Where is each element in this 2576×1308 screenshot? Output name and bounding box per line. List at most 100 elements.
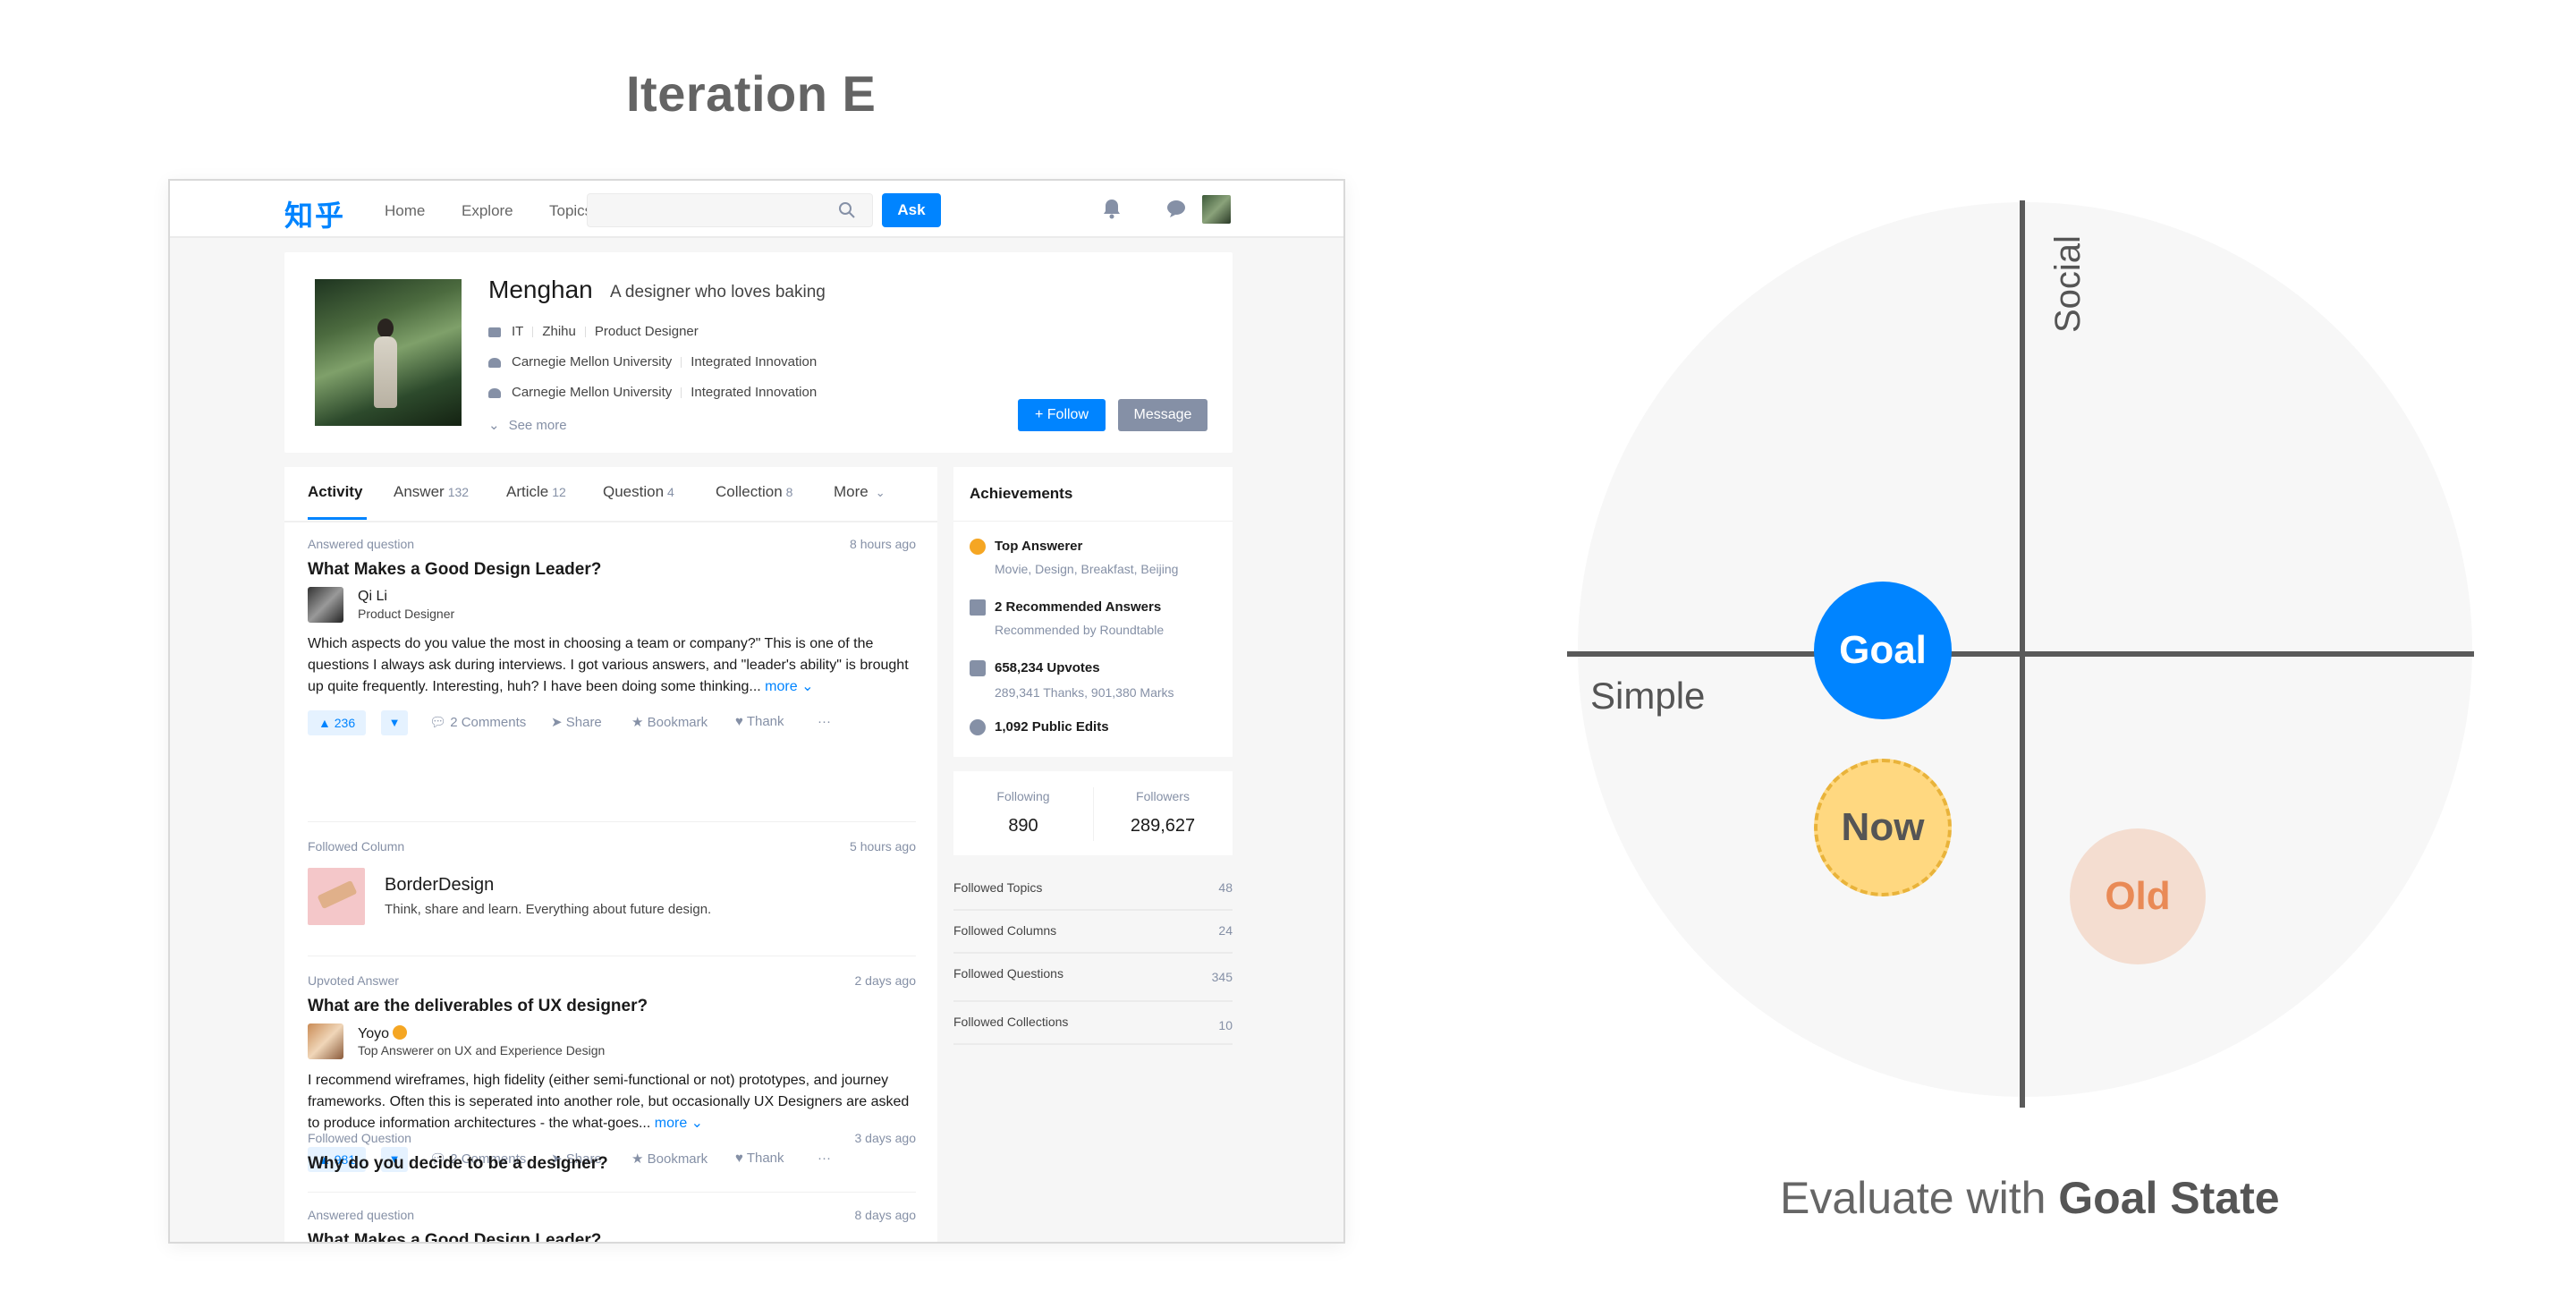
comment-icon: 💬︎: [429, 715, 451, 730]
achievement-main: 1,092 Public Edits: [995, 719, 1109, 735]
feed-item: Followed Question 3 days ago Why do you …: [308, 1131, 916, 1174]
followed-count: 24: [1218, 923, 1233, 938]
goal-marker: Goal: [1814, 582, 1952, 719]
share-button[interactable]: ➤ Share: [551, 714, 602, 730]
zhihu-logo[interactable]: 知乎: [284, 193, 345, 234]
nav-topics[interactable]: Topics: [549, 202, 592, 220]
tab-more[interactable]: More ⌄: [834, 483, 886, 501]
followed-columns-row[interactable]: Followed Columns 24: [953, 911, 1233, 954]
thank-button[interactable]: ♥ Thank: [735, 714, 784, 729]
following-label[interactable]: Following: [953, 789, 1093, 803]
question-title[interactable]: What Makes a Good Design Leader?: [308, 560, 916, 580]
read-more-link[interactable]: more ⌄: [655, 1116, 703, 1131]
tab-question[interactable]: Question 4: [603, 483, 674, 501]
bookmark-button[interactable]: ★ Bookmark: [631, 714, 708, 730]
achievement-sub: 289,341 Thanks, 901,380 Marks: [995, 685, 1174, 700]
heart-icon: ♥: [735, 714, 747, 729]
edu-major: Integrated Innovation: [691, 385, 818, 400]
divider: [308, 1192, 916, 1193]
answer-excerpt: I recommend wireframes, high fidelity (e…: [308, 1073, 910, 1131]
profile-work: IT Zhihu Product Designer: [488, 324, 699, 339]
author-name[interactable]: Yoyo: [358, 1025, 408, 1042]
nav-home[interactable]: Home: [385, 202, 425, 220]
author-headline: Product Designer: [358, 607, 455, 621]
bell-icon[interactable]: [1100, 197, 1123, 220]
old-marker: Old: [2070, 828, 2206, 964]
achievements-card: Achievements Top Answerer Movie, Design,…: [953, 467, 1233, 757]
messages-icon[interactable]: [1165, 197, 1188, 220]
comments-button[interactable]: 💬︎ 2 Comments: [429, 714, 526, 730]
edu-school: Carnegie Mellon University: [512, 354, 673, 369]
tab-activity[interactable]: Activity: [308, 483, 362, 501]
author-avatar[interactable]: [308, 1023, 343, 1059]
activity-feed: Activity Answer 132 Article 12 Question 4 C…: [284, 467, 937, 1242]
tab-collection[interactable]: Collection 8: [716, 483, 792, 501]
tab-article[interactable]: Article 12: [506, 483, 566, 501]
followed-collections-row[interactable]: Followed Collections 10: [953, 1002, 1233, 1045]
horizontal-axis: [1567, 651, 2474, 657]
achievement-main: Top Answerer: [995, 539, 1083, 554]
downvote-button[interactable]: ▼: [381, 710, 408, 735]
follow-stats-card: Following 890 Followers 289,627: [953, 771, 1233, 855]
profile-education-2: Carnegie Mellon University Integrated Inn…: [488, 385, 817, 400]
nav-explore[interactable]: Explore: [462, 202, 513, 220]
search-input[interactable]: [587, 193, 873, 227]
author-headline: Top Answerer on UX and Experience Design: [358, 1043, 606, 1057]
work-company: Zhihu: [542, 324, 576, 339]
upvote-button[interactable]: ▲ 236: [308, 710, 367, 735]
followed-questions-row[interactable]: Followed Questions 345: [953, 954, 1233, 1002]
bookmark-icon: [970, 599, 986, 616]
activity-time: 2 days ago: [854, 973, 917, 988]
answer-author: Yoyo Top Answerer on UX and Experience D…: [308, 1023, 916, 1061]
followed-label: Followed Columns: [953, 923, 1057, 938]
search-icon[interactable]: [838, 201, 856, 219]
activity-time: 3 days ago: [854, 1131, 917, 1145]
follow-button[interactable]: + Follow: [1018, 399, 1106, 431]
question-title[interactable]: What are the deliverables of UX designer…: [308, 997, 916, 1016]
top-navbar: 知乎 Home Explore Topics Ask: [170, 181, 1343, 238]
chevron-down-icon: ⌄: [875, 486, 886, 499]
followed-topics-row[interactable]: Followed Topics 48: [953, 868, 1233, 911]
star-icon: ★: [631, 715, 648, 730]
following-count[interactable]: 890: [953, 816, 1093, 837]
question-title[interactable]: Why do you decide to be a designer?: [308, 1154, 916, 1174]
user-avatar[interactable]: [1202, 195, 1231, 224]
profile-education-1: Carnegie Mellon University Integrated Inn…: [488, 354, 817, 369]
axis-label-social: Social: [2048, 235, 2088, 333]
caption-bold: Goal State: [2058, 1173, 2280, 1223]
activity-type: Followed Column: [308, 839, 405, 854]
read-more-link[interactable]: more ⌄: [765, 679, 813, 694]
caption-prefix: Evaluate with: [1780, 1173, 2059, 1223]
followers-label[interactable]: Followers: [1093, 789, 1233, 803]
profile-tabs: Activity Answer 132 Article 12 Question 4 C…: [284, 467, 937, 522]
feed-item: Answered question 8 days ago What Makes …: [308, 1208, 916, 1242]
feed-item: Answered question 8 hours ago What Makes…: [308, 537, 916, 737]
now-marker: Now: [1814, 759, 1952, 896]
edu-school: Carnegie Mellon University: [512, 385, 673, 400]
column-name[interactable]: BorderDesign: [385, 875, 494, 896]
see-more-label: See more: [508, 418, 567, 433]
message-button[interactable]: Message: [1118, 399, 1208, 431]
followed-count: 48: [1218, 880, 1233, 895]
followed-label: Followed Collections: [953, 1015, 1069, 1029]
tab-answer[interactable]: Answer 132: [394, 483, 469, 501]
activity-type: Followed Question: [308, 1131, 411, 1145]
author-name[interactable]: Qi Li: [358, 589, 387, 605]
column-icon: [308, 868, 365, 925]
profile-name: Menghan: [488, 276, 593, 303]
edu-major: Integrated Innovation: [691, 354, 818, 369]
author-avatar[interactable]: [308, 587, 343, 623]
app-window: 知乎 Home Explore Topics Ask Menghan A des…: [168, 179, 1345, 1244]
star-badge-icon: [970, 539, 986, 555]
graduation-cap-icon: [488, 387, 501, 398]
more-actions-icon[interactable]: ···: [818, 714, 831, 729]
answer-excerpt: Which aspects do you value the most in c…: [308, 636, 909, 694]
profile-card: Menghan A designer who loves baking IT Zh…: [284, 252, 1233, 453]
ask-button[interactable]: Ask: [882, 193, 941, 227]
see-more-link[interactable]: ⌄ See more: [488, 417, 567, 433]
question-title[interactable]: What Makes a Good Design Leader?: [308, 1231, 916, 1242]
answer-author: Qi Li Product Designer: [308, 587, 916, 624]
column-card[interactable]: BorderDesign Think, share and learn. Eve…: [308, 868, 916, 925]
evaluation-circle: [1578, 202, 2472, 1097]
followers-count[interactable]: 289,627: [1093, 816, 1233, 837]
